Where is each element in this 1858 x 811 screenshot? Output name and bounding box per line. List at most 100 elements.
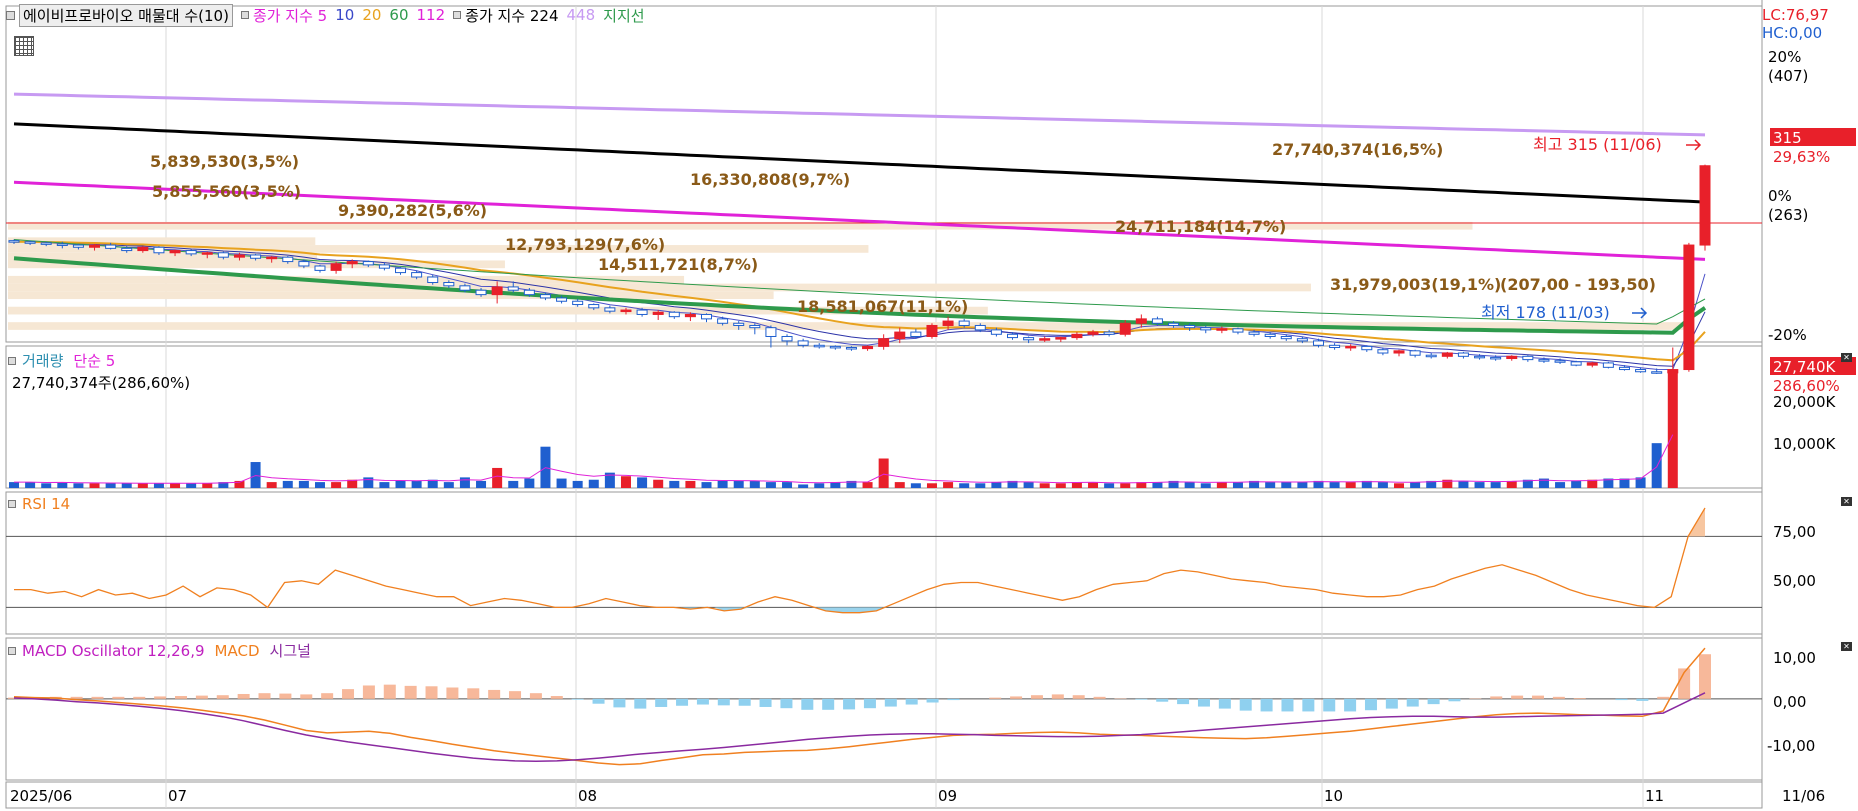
support-band-label: 5,839,530(3,5%) <box>150 152 299 171</box>
legend-ma5[interactable]: 종가 지수 5 <box>253 5 327 26</box>
macd-oscillator-bar <box>926 698 939 703</box>
candle-body <box>1538 359 1550 362</box>
panel-menu-icon[interactable] <box>8 500 16 508</box>
collapse-icon[interactable]: ✕ <box>1841 497 1852 506</box>
volume-bar <box>1055 483 1066 488</box>
candle-body <box>1506 355 1518 360</box>
macd-oscillator-bar <box>279 693 292 699</box>
candle-body <box>1006 333 1018 339</box>
legend-ma20[interactable]: 20 <box>362 6 381 24</box>
macd-oscillator-bar <box>133 696 146 699</box>
macd-oscillator-bar <box>175 696 188 699</box>
rsi-title[interactable]: RSI 14 <box>22 495 70 513</box>
candle-body <box>1168 322 1180 326</box>
collapse-icon[interactable]: ✕ <box>1841 642 1852 651</box>
volume-bar <box>733 480 744 488</box>
hc-label: HC:0,00 <box>1762 24 1823 42</box>
candle-body <box>1683 244 1695 371</box>
volume-bar <box>814 483 825 488</box>
panel-menu-icon[interactable] <box>8 356 16 365</box>
candle-body <box>636 309 648 315</box>
volume-bar <box>1023 482 1034 488</box>
panel-menu-icon[interactable] <box>6 10 15 20</box>
support-band-label: 12,793,129(7,6%) <box>505 235 665 254</box>
candle-body <box>652 311 664 315</box>
volume-bar <box>588 479 599 488</box>
volume-bar <box>282 480 293 488</box>
volume-bar <box>121 483 132 488</box>
candle-body <box>1490 356 1502 360</box>
chart-title[interactable]: 에이비프로바이오 매물대 수(10) <box>19 3 233 27</box>
macd-title[interactable]: MACD <box>215 642 260 660</box>
candle-body <box>1103 331 1115 335</box>
candle-body <box>1474 355 1486 359</box>
legend-ma224[interactable]: 종가 지수 224 <box>465 5 558 26</box>
collapse-icon[interactable]: ✕ <box>1841 353 1852 362</box>
volume-bar <box>1297 482 1308 488</box>
macd-oscillator-bar <box>1364 698 1377 711</box>
macd-oscillator-bar <box>905 698 918 705</box>
legend-ma112[interactable]: 112 <box>417 6 446 24</box>
candle-body <box>1055 337 1067 340</box>
panel-menu-icon[interactable] <box>8 646 16 655</box>
candle-body <box>717 318 729 324</box>
macd-oscillator-bar <box>1406 698 1419 707</box>
candle-body <box>169 250 181 254</box>
macd-oscillator-bar <box>1531 695 1544 699</box>
macd-oscillator-bar <box>1385 698 1398 709</box>
macd-oscillator-bar <box>571 698 584 700</box>
lc-label: LC:76,97 <box>1762 6 1829 24</box>
x-tick-label: 10 <box>1324 787 1343 805</box>
volume-bar <box>782 482 793 488</box>
volume-bar <box>379 482 390 488</box>
volume-ma-label[interactable]: 단순 5 <box>73 350 115 371</box>
candle-body <box>89 244 101 248</box>
candle-body <box>829 345 841 349</box>
volume-bar <box>57 482 68 488</box>
signal-title[interactable]: 시그널 <box>270 640 311 661</box>
candle-body <box>1409 350 1421 356</box>
macd-tick-label: -10,00 <box>1767 737 1815 755</box>
volume-bar <box>910 483 921 488</box>
candle-body <box>1039 338 1051 341</box>
candle-body <box>217 252 229 258</box>
volume-bar <box>524 478 535 488</box>
macd-oscillator-bar <box>1636 698 1649 701</box>
candle-body <box>201 252 213 255</box>
candle-body <box>765 327 777 337</box>
candle-body <box>1457 352 1469 357</box>
candle-body <box>588 304 600 309</box>
volume-bar <box>943 482 954 488</box>
volume-bar <box>1184 482 1195 488</box>
support-band-label: 27,740,374(16,5%) <box>1272 140 1443 159</box>
legend-ma60[interactable]: 60 <box>389 6 408 24</box>
volume-bar <box>637 477 648 488</box>
candle-body <box>1651 371 1663 374</box>
candle-body <box>1522 355 1534 361</box>
support-band-label: 5,855,560(3,5%) <box>152 182 301 201</box>
macd-osc-title[interactable]: MACD Oscillator 12,26,9 <box>22 642 205 660</box>
volume-bar <box>1152 482 1163 488</box>
volume-bar <box>459 477 470 488</box>
volume-title[interactable]: 거래량 <box>22 350 63 371</box>
candle-body <box>523 289 535 296</box>
volume-bar <box>959 483 970 488</box>
table-icon[interactable] <box>14 36 34 56</box>
legend-ma10[interactable]: 10 <box>335 6 354 24</box>
macd-oscillator-bar <box>759 698 772 707</box>
macd-oscillator-bar <box>1218 698 1231 709</box>
candle-body <box>1119 322 1131 335</box>
macd-oscillator-bar <box>300 694 313 699</box>
macd-oscillator-bar <box>1030 695 1043 699</box>
candle-body <box>958 320 970 326</box>
volume-bar <box>395 480 406 488</box>
candle-body <box>1071 333 1083 339</box>
last-price-label: 315 <box>1773 129 1802 147</box>
legend-support[interactable]: 지지선 <box>603 5 644 26</box>
volume-bar <box>556 478 567 488</box>
legend-sep-icon <box>453 11 462 19</box>
legend-ma448[interactable]: 448 <box>567 6 596 24</box>
volume-bar <box>492 467 503 488</box>
candle-body <box>749 324 761 329</box>
candle-body <box>733 322 745 326</box>
